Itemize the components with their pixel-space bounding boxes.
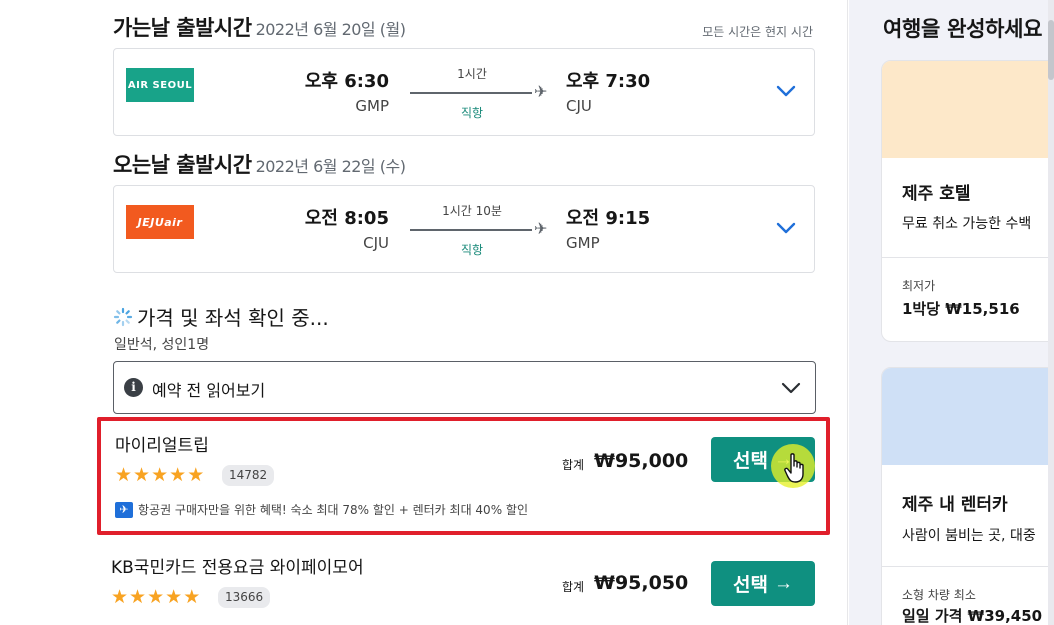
price: ₩95,000: [594, 450, 689, 472]
chevron-down-icon: [781, 382, 801, 394]
hotel-card-title: 제주 호텔: [902, 184, 971, 204]
info-icon: i: [124, 378, 143, 397]
cabin-passengers: 일반석, 성인1명: [114, 337, 210, 353]
hotel-card-desc: 무료 취소 가능한 수백: [902, 216, 1032, 232]
star-icon: ★: [151, 464, 169, 486]
outbound-header: 가는날 출발시간 2022년 6월 20일 (월): [113, 12, 406, 42]
divider: [882, 257, 1054, 258]
checking-status: 가격 및 좌석 확인 중...: [113, 302, 329, 331]
hotel-card-banner: [882, 61, 1054, 158]
total-label: 합계: [562, 580, 585, 594]
plane-icon: ✈: [534, 219, 548, 238]
inbound-header: 오는날 출발시간 2022년 6월 22일 (수): [113, 149, 406, 179]
outbound-date: 2022년 6월 20일 (월): [255, 20, 406, 39]
perk-banner: ✈ 항공권 구매자만을 위한 혜택! 숙소 최대 78% 할인 + 렌터카 최대…: [115, 501, 528, 518]
provider-name: KB국민카드 전용요금 와이페이모어: [111, 558, 364, 578]
star-icon: ★: [165, 586, 183, 608]
outbound-title: 가는날 출발시간: [113, 16, 252, 40]
chevron-down-icon[interactable]: [774, 79, 798, 103]
star-icon: ★: [111, 586, 129, 608]
inbound-title: 오는날 출발시간: [113, 153, 252, 177]
provider-name: 마이리얼트립: [115, 436, 209, 456]
air-seoul-logo: AIR SEOUL: [126, 68, 194, 102]
scrollbar[interactable]: [1048, 0, 1054, 625]
star-icon: ★: [115, 464, 133, 486]
review-count: 13666: [218, 587, 271, 608]
star-icon: ★: [133, 464, 151, 486]
offer-row-kb-card: KB국민카드 전용요금 와이페이모어 ★ ★ ★ ★ ★ 13666 합계 ₩9…: [97, 543, 830, 625]
plane-icon: ✈: [534, 82, 548, 101]
car-price-label: 소형 차량 최소: [902, 588, 976, 602]
price: ₩95,050: [594, 572, 689, 594]
divider: [882, 566, 1054, 567]
checking-label: 가격 및 좌석 확인 중...: [137, 306, 329, 330]
rental-car-card-title: 제주 내 렌터카: [902, 495, 1008, 515]
read-before-booking-accordion[interactable]: i 예약 전 읽어보기: [113, 361, 816, 414]
stops-label: 직항: [460, 106, 484, 120]
select-button[interactable]: 선택 →: [711, 561, 815, 606]
star-icon: ★: [147, 586, 165, 608]
route-line: [410, 92, 532, 94]
flight-duration: 1시간: [457, 67, 487, 81]
departure-time: 오후 6:30: [304, 71, 389, 92]
scrollbar-thumb[interactable]: [1048, 20, 1054, 80]
hotel-card[interactable]: 제주 호텔 무료 취소 가능한 수백 최저가 1박당 ₩15,516: [881, 60, 1054, 342]
departure-time: 오전 8:05: [304, 208, 389, 229]
select-button-label: 선택: [733, 451, 768, 472]
review-count: 14782: [222, 465, 275, 486]
star-icon: ★: [169, 464, 187, 486]
rental-car-card-desc: 사람이 붐비는 곳, 대중: [902, 528, 1036, 544]
star-icon: ★: [183, 586, 201, 608]
hand-cursor-icon: [784, 453, 804, 483]
jeju-air-logo: JEJUair: [126, 205, 194, 239]
select-button-label: 선택: [733, 575, 768, 596]
results-panel: 가는날 출발시간 2022년 6월 20일 (월) 모든 시간은 현지 시간 AI…: [0, 0, 848, 625]
spinner-icon: [113, 307, 133, 326]
offer-row-myrealtrip: 마이리얼트립 ★ ★ ★ ★ ★ 14782 합계 ₩95,000 선택 → ✈…: [97, 417, 830, 535]
total-label: 합계: [562, 458, 585, 472]
star-icon: ★: [187, 464, 205, 486]
stops-label: 직항: [460, 243, 484, 257]
inbound-flight-card[interactable]: JEJUair 오전 8:05 CJU 1시간 10분 ✈ 직항 오전 9:15…: [113, 185, 815, 273]
outbound-flight-card[interactable]: AIR SEOUL 오후 6:30 GMP 1시간 ✈ 직항 오후 7:30 C…: [113, 48, 815, 136]
hotel-price-label: 최저가: [902, 279, 936, 293]
perk-text: 항공권 구매자만을 위한 혜택! 숙소 최대 78% 할인 + 렌터카 최대 4…: [138, 503, 528, 517]
plane-badge-icon: ✈: [115, 501, 133, 518]
arrival-airport: CJU: [566, 97, 592, 115]
car-price: 일일 가격 ₩39,450: [902, 607, 1043, 625]
departure-airport: CJU: [363, 234, 389, 252]
hotel-price: 1박당 ₩15,516: [902, 300, 1020, 318]
rental-car-card[interactable]: 제주 내 렌터카 사람이 붐비는 곳, 대중 소형 차량 최소 일일 가격 ₩3…: [881, 367, 1054, 625]
side-panel: 여행을 완성하세요 제주 호텔 무료 취소 가능한 수백 최저가 1박당 ₩15…: [849, 0, 1054, 625]
timezone-note: 모든 시간은 현지 시간: [702, 25, 813, 39]
arrival-time: 오전 9:15: [566, 208, 651, 229]
arrival-airport: GMP: [566, 234, 600, 252]
star-icon: ★: [129, 586, 147, 608]
rental-car-card-banner: [882, 368, 1054, 465]
inbound-date: 2022년 6월 22일 (수): [255, 157, 406, 176]
arrival-time: 오후 7:30: [566, 71, 651, 92]
departure-airport: GMP: [355, 97, 389, 115]
accordion-label: 예약 전 읽어보기: [152, 381, 266, 400]
rating-stars: ★ ★ ★ ★ ★: [115, 465, 204, 485]
side-panel-title: 여행을 완성하세요: [883, 17, 1043, 41]
route-line: [410, 229, 532, 231]
chevron-down-icon[interactable]: [774, 216, 798, 240]
rating-stars: ★ ★ ★ ★ ★: [111, 587, 200, 607]
arrow-right-icon: →: [773, 572, 793, 594]
flight-duration: 1시간 10분: [442, 204, 502, 218]
